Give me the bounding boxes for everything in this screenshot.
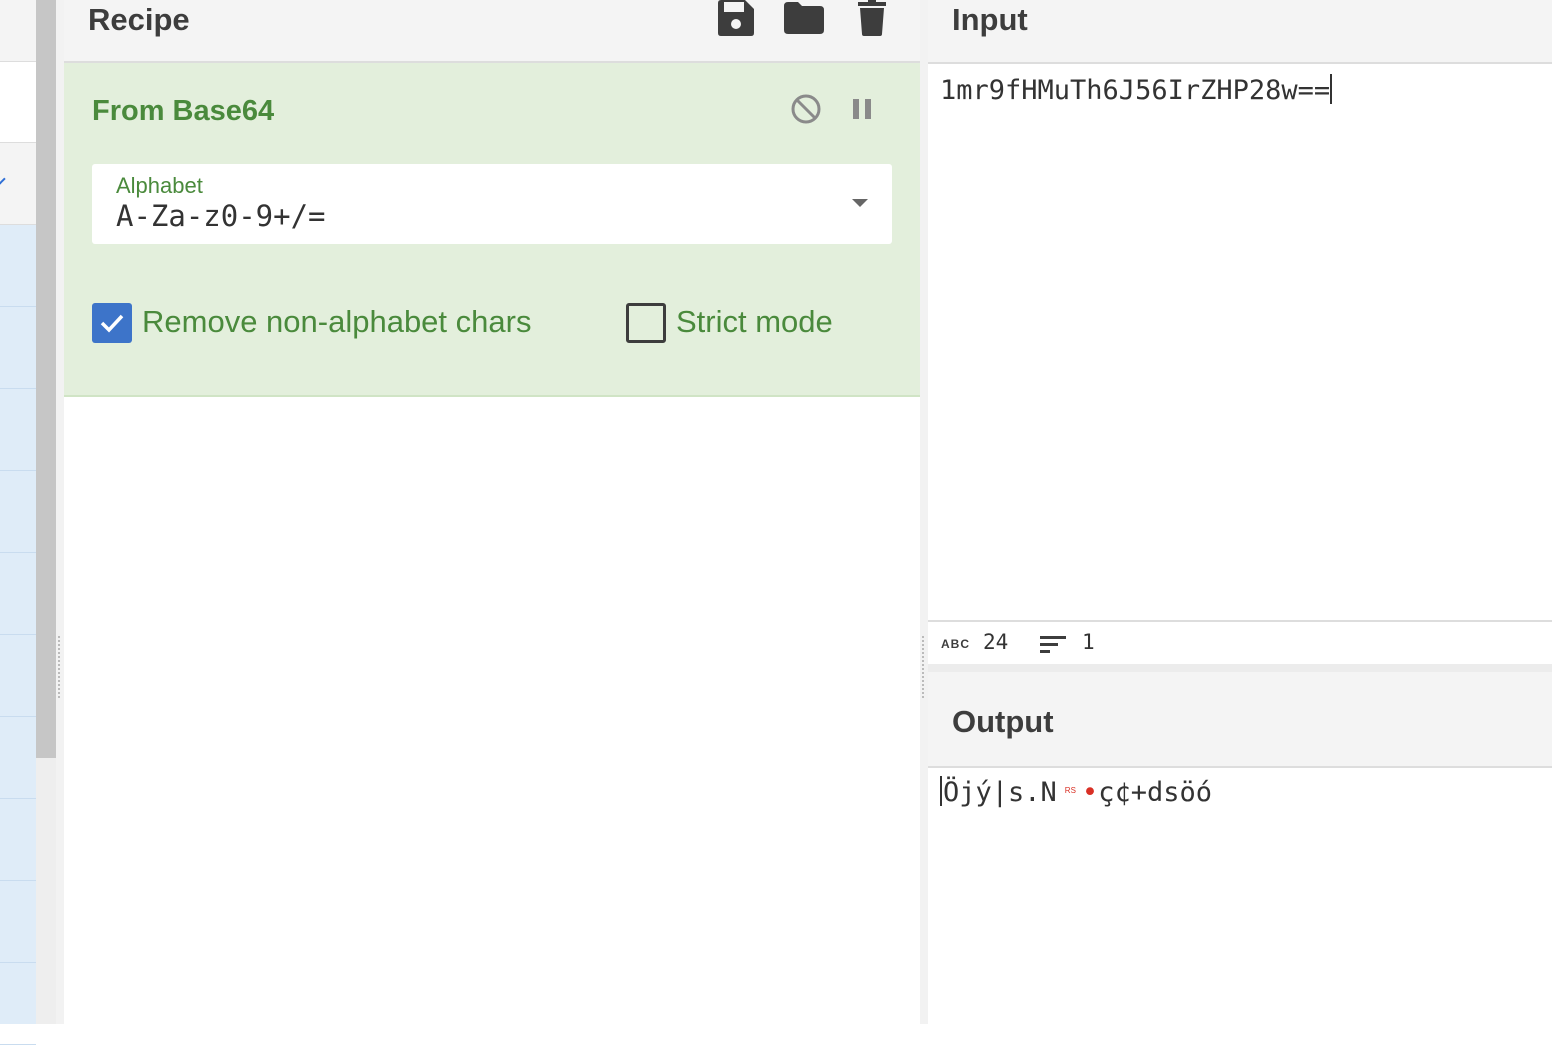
io-panel: Input 1mr9fHMuTh6J56IrZHP28w== ABC 24 1 … [928,0,1552,1024]
input-text: 1mr9fHMuTh6J56IrZHP28w== [940,75,1331,106]
recipe-header: Recipe [64,0,920,63]
recipe-panel: Recipe From Base64 Alphabet A-Za-z0-9+/=… [64,0,920,1024]
alphabet-value: A-Za-z0-9+/= [116,199,326,233]
scrollbar-thumb[interactable] [36,0,56,758]
pause-icon[interactable] [844,91,880,127]
operation-title: From Base64 [92,95,275,127]
chevron-down-icon [0,173,6,185]
operations-search[interactable] [0,63,36,143]
disable-icon[interactable] [788,91,824,127]
operations-scrollbar[interactable] [36,0,56,1024]
remove-non-alphabet-label[interactable]: Remove non-alphabet chars [142,304,531,340]
operations-list [0,225,36,1045]
output-textarea[interactable]: Öjý|s.N RS •ç¢+dsöó [940,776,1212,808]
io-divider[interactable] [928,664,1552,672]
input-length: 24 [983,630,1009,654]
list-item[interactable] [0,881,36,963]
strict-mode-checkbox[interactable] [626,303,666,343]
list-item[interactable] [0,307,36,389]
trash-icon[interactable] [852,0,892,36]
input-title: Input [952,2,1028,37]
favourites-category[interactable] [0,143,36,225]
input-textarea[interactable]: 1mr9fHMuTh6J56IrZHP28w== [940,74,1333,106]
operation-from-base64[interactable]: From Base64 Alphabet A-Za-z0-9+/= Remove… [64,63,920,397]
list-item[interactable] [0,799,36,881]
text-cursor [1330,74,1333,104]
length-icon: ABC [941,637,970,651]
dropdown-arrow-icon[interactable] [852,199,868,207]
input-status-bar: ABC 24 1 [928,620,1552,664]
list-item[interactable] [0,389,36,471]
text-cursor [940,776,942,806]
control-char-rs: RS [1064,786,1076,795]
list-item[interactable] [0,471,36,553]
folder-icon[interactable] [784,0,824,36]
operations-panel [0,0,36,1045]
strict-mode-label[interactable]: Strict mode [676,304,833,340]
alphabet-label: Alphabet [116,173,203,198]
list-item[interactable] [0,635,36,717]
resize-grip[interactable] [58,636,61,698]
recipe-title: Recipe [88,2,190,37]
list-item[interactable] [0,225,36,307]
output-title: Output [952,704,1054,739]
panel-resizer-left[interactable] [56,0,64,1024]
resize-grip[interactable] [922,636,925,698]
input-header: Input [928,0,1552,64]
remove-non-alphabet-checkbox[interactable] [92,303,132,343]
alphabet-select[interactable]: Alphabet A-Za-z0-9+/= [92,164,892,244]
save-icon[interactable] [716,0,756,36]
output-text-start: Öjý|s.N [943,777,1057,808]
list-item[interactable] [0,717,36,799]
special-char-dot: • [1081,777,1099,808]
input-lines: 1 [1082,630,1095,654]
check-icon [100,314,124,333]
operations-header [0,0,36,62]
panel-resizer-middle[interactable] [920,0,928,1024]
output-header: Output [928,672,1552,768]
list-item[interactable] [0,963,36,1045]
output-text-end: ç¢+dsöó [1098,777,1212,808]
lines-icon [1040,636,1066,653]
list-item[interactable] [0,553,36,635]
